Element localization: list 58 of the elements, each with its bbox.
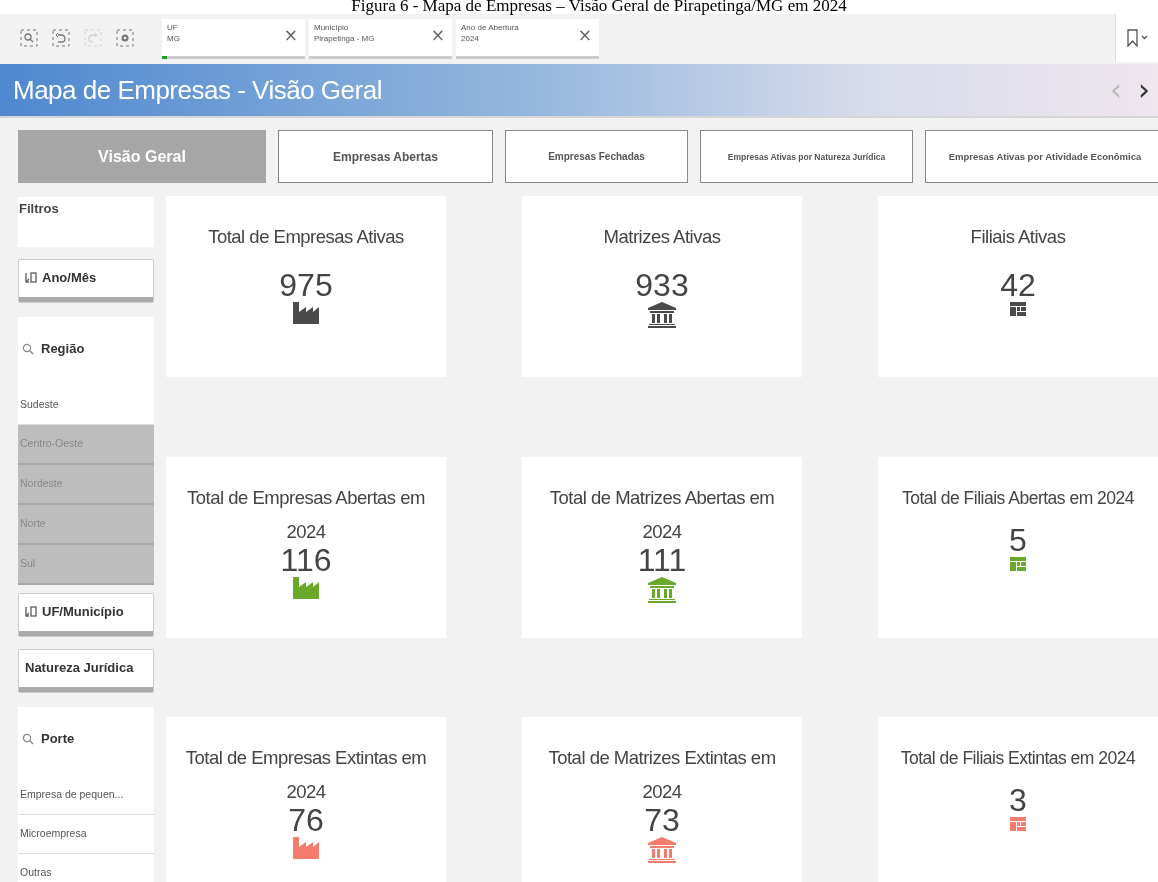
figure-caption: Figura 6 - Mapa de Empresas – Visão Geral de Pirapetinga/MG em 2024 <box>0 0 1158 14</box>
clear-selections-icon[interactable] <box>116 29 134 47</box>
kpi-value: 111 <box>637 542 687 577</box>
chip-field: Município <box>314 22 428 33</box>
close-button[interactable]: × <box>280 25 301 45</box>
selection-chip[interactable]: UF MG × <box>162 19 305 59</box>
sheet-tab[interactable]: Empresas Ativas por Atividade Econômica <box>925 130 1158 183</box>
chip-field: Ano de Abertura <box>461 22 575 33</box>
bookmark-icon <box>1126 29 1148 47</box>
chip-value: Pirapetinga - MG <box>314 33 376 44</box>
kpi-value: 5 <box>1009 522 1027 557</box>
chip-value: MG <box>167 33 181 44</box>
kpi-value: 73 <box>644 803 680 838</box>
kpi-value: 42 <box>1000 268 1036 302</box>
kpi-value: 76 <box>288 803 324 838</box>
search-icon[interactable] <box>22 342 34 355</box>
kpi-value: 933 <box>635 268 689 302</box>
chip-value: 2024 <box>461 33 480 44</box>
filter-pane[interactable]: Ano/Mês <box>18 259 154 303</box>
kpi-title: Total de Matrizes Extintas em 2024 <box>547 746 777 805</box>
filter-pane[interactable]: UF/Município <box>18 593 154 637</box>
kpi-title: Total de Filiais Abertas em 2024 <box>901 486 1135 510</box>
sheet-title: Mapa de Empresas - Visão Geral <box>13 74 382 106</box>
kpi-value: 3 <box>1009 783 1027 818</box>
kpi-title: Matrizes Ativas <box>603 225 721 249</box>
filter-label: Porte <box>41 731 75 746</box>
next-sheet-button[interactable]: › <box>1130 75 1158 105</box>
filters-panel-title: Filtros <box>18 197 154 247</box>
drilldown-icon <box>25 272 37 283</box>
kpi-title: Total de Matrizes Abertas em 2024 <box>548 485 776 544</box>
bookmarks-button[interactable] <box>1115 14 1158 62</box>
close-button[interactable]: × <box>574 25 595 45</box>
kpi-title: Filiais Ativas <box>970 225 1066 249</box>
sheet-tab[interactable]: Empresas Ativas por Natureza Jurídica <box>700 130 913 183</box>
filter-pane[interactable]: Natureza Jurídica <box>18 649 154 693</box>
sheet-tab[interactable]: Empresas Fechadas <box>505 130 688 183</box>
kpi-value: 975 <box>279 268 333 302</box>
filter-label: UF/Município <box>42 604 124 619</box>
filter-value[interactable]: Microempresa <box>18 815 154 854</box>
drilldown-icon <box>25 606 37 617</box>
chip-field: UF <box>167 22 281 33</box>
filter-value[interactable]: Outras <box>18 854 154 882</box>
kpi-title: Total de Empresas Ativas <box>208 225 404 249</box>
filter-label: Ano/Mês <box>42 270 97 285</box>
close-button[interactable]: × <box>427 25 448 45</box>
search-icon[interactable] <box>22 732 34 745</box>
search-icon[interactable] <box>20 29 38 47</box>
filter-label: Região <box>41 341 85 356</box>
step-back-icon[interactable] <box>52 29 70 47</box>
selection-chip[interactable]: Ano de Abertura 2024 × <box>456 19 599 59</box>
kpi-title: Total de Empresas Abertas em 2024 <box>186 485 426 544</box>
sheet-tab[interactable]: Empresas Abertas <box>278 130 493 183</box>
filter-value[interactable]: Empresa de pequen... <box>18 776 154 815</box>
selection-chip[interactable]: Município Pirapetinga - MG × <box>309 19 452 59</box>
kpi-value: 116 <box>280 542 332 577</box>
kpi-title: Total de Filiais Extintas em 2024 <box>900 747 1136 771</box>
kpi-title: Total de Empresas Extintas em 2024 <box>184 746 428 805</box>
filter-label: Natureza Jurídica <box>25 660 134 675</box>
